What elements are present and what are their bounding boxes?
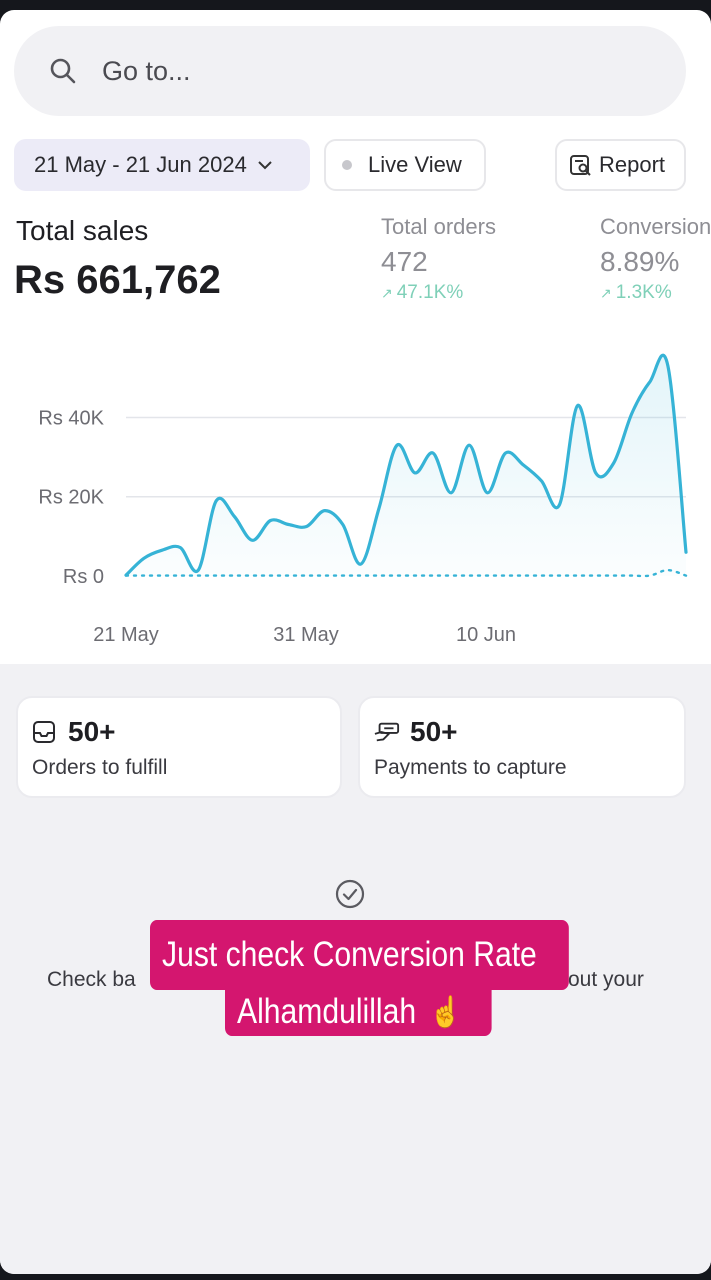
live-view-label: Live View [368,152,462,177]
trend-up-icon: ↗ [600,285,612,301]
pointing-up-emoji-icon: ☝️ [429,995,462,1029]
sales-area-fill [126,355,686,576]
payments-count: 50+ [410,716,458,747]
x-tick-label: 21 May [93,624,159,646]
conversion-change: ↗ 1.3K% [600,282,711,304]
conversion-label: Conversion [600,214,711,239]
conversion-rate-metric[interactable]: Conversion 8.89% ↗ 1.3K% [600,214,711,304]
orders-to-fulfill-card[interactable]: 50+ Orders to fulfill [16,696,342,798]
conversion-value: 8.89% [600,246,680,277]
checkmark-circle-icon [335,879,365,909]
cash-hand-icon [374,719,400,745]
total-sales-value: Rs 661,762 [14,258,221,302]
caption-line1-text: Just check Conversion Rate [162,935,537,974]
orders-label: Orders to fulfill [32,756,168,779]
caption-overlay-line2: Alhamdulillah ☝️ [225,988,492,1036]
search-placeholder: Go to... [102,55,191,86]
x-tick-label: 31 May [273,624,339,646]
report-label: Report [599,152,666,177]
dashboard-screen: Go to... 21 May - 21 Jun 2024 Live View … [0,10,711,1274]
date-range-button[interactable]: 21 May - 21 Jun 2024 [14,139,310,191]
inbox-icon [32,719,58,745]
trend-up-icon: ↗ [381,285,393,301]
live-status-dot-icon [342,160,352,170]
payments-to-capture-card[interactable]: 50+ Payments to capture [358,696,686,798]
payments-label: Payments to capture [374,756,567,779]
x-tick-label: 10 Jun [456,624,516,646]
y-tick-label: Rs 40K [38,407,104,429]
date-range-label: 21 May - 21 Jun 2024 [34,152,247,177]
search-icon [48,56,78,86]
search-bar[interactable]: Go to... [14,26,686,116]
chevron-down-icon [257,156,275,174]
empty-state-text-left: Check ba [47,968,136,991]
caption-overlay-line1: Just check Conversion Rate [150,920,569,990]
report-button[interactable]: Report [555,139,686,191]
empty-state-text-right: out your [568,968,644,991]
sales-line-chart: Rs 0 Rs 20K Rs 40K 21 May 31 May 10 Jun [38,353,688,646]
caption-line2-text: Alhamdulillah [237,992,417,1031]
report-icon [569,153,593,177]
live-view-button[interactable]: Live View [324,139,486,191]
total-orders-change: ↗ 47.1K% [381,282,496,304]
conversion-change-value: 1.3K% [615,282,672,303]
total-sales-label: Total sales [16,215,149,246]
orders-count: 50+ [68,716,116,747]
total-orders-metric[interactable]: Total orders 472 ↗ 47.1K% [381,214,496,304]
total-orders-value: 472 [381,246,428,277]
y-tick-label: Rs 0 [63,566,104,588]
total-orders-label: Total orders [381,214,496,239]
y-tick-label: Rs 20K [38,487,104,509]
total-orders-change-value: 47.1K% [396,282,464,303]
